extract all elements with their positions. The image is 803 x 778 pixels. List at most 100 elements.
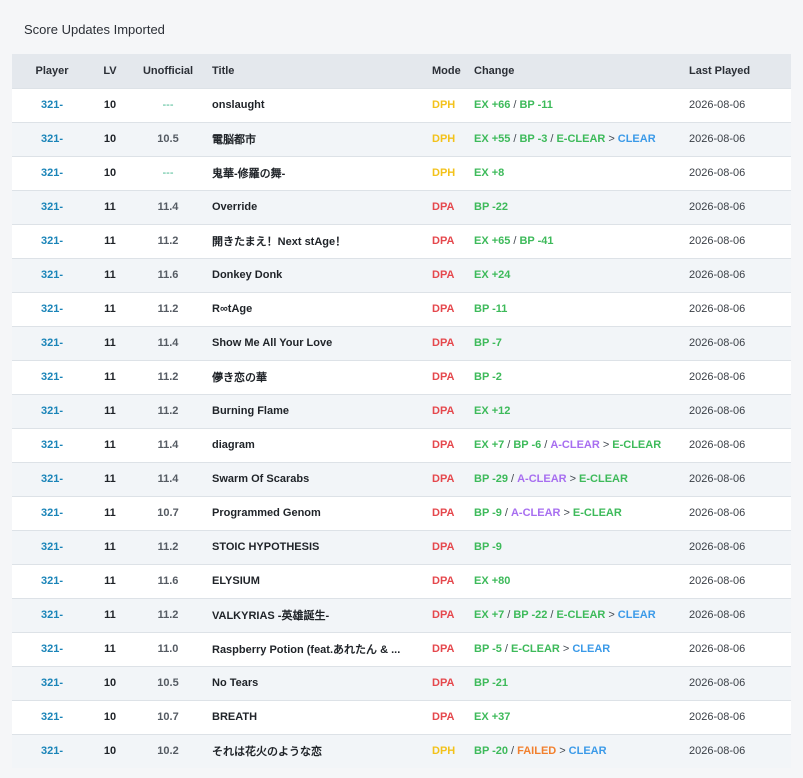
mode-badge: DPA	[432, 541, 455, 553]
player-link[interactable]: 321-	[41, 405, 63, 417]
level-cell: 11	[104, 303, 116, 315]
level-cell: 11	[104, 541, 116, 553]
change-cell: EX +37	[472, 700, 687, 734]
song-title-cell: ELYSIUM	[212, 575, 260, 587]
player-link[interactable]: 321-	[41, 541, 63, 553]
player-link[interactable]: 321-	[41, 99, 63, 111]
column-header-lv[interactable]: LV	[92, 54, 128, 88]
mode-badge: DPA	[432, 473, 455, 485]
page-title: Score Updates Imported	[24, 22, 165, 37]
last-played-cell: 2026-08-06	[689, 643, 746, 655]
change-token: BP -9	[474, 507, 502, 519]
song-title-cell: Raspberry Potion (feat.あれたん & ...	[212, 644, 401, 656]
player-link[interactable]: 321-	[41, 303, 63, 315]
player-link[interactable]: 321-	[41, 167, 63, 179]
mode-badge: DPA	[432, 677, 455, 689]
player-cell: 321-	[12, 564, 92, 598]
change-token: A-CLEAR	[510, 507, 561, 519]
change-separator: /	[507, 439, 511, 451]
change-cell: EX +7/BP -22/E-CLEAR > CLEAR	[472, 598, 687, 632]
change-separator: >	[563, 507, 570, 519]
song-title-cell: Burning Flame	[212, 405, 290, 417]
player-link[interactable]: 321-	[41, 677, 63, 689]
change-token: CLEAR	[568, 745, 607, 758]
table-row: 321- 11 11.4 Override DPA BP -22 2026-08-06	[12, 190, 791, 224]
last-played-cell: 2026-08-06	[689, 99, 746, 111]
player-link[interactable]: 321-	[41, 609, 63, 621]
change-cell: EX +24	[472, 258, 687, 292]
last-played-cell: 2026-08-06	[689, 133, 746, 145]
player-link[interactable]: 321-	[41, 235, 63, 247]
change-cell: BP -5/E-CLEAR > CLEAR	[472, 632, 687, 666]
mode-badge: DPA	[432, 439, 455, 451]
player-link[interactable]: 321-	[41, 371, 63, 383]
level-cell: 11	[104, 405, 116, 417]
unofficial-level-cell: 11.2	[157, 235, 179, 247]
player-link[interactable]: 321-	[41, 711, 63, 723]
column-header-last-played[interactable]: Last Played	[687, 54, 791, 88]
table-row: 321- 10 10.5 No Tears DPA BP -21 2026-08-06	[12, 666, 791, 700]
level-cell: 10	[103, 133, 117, 145]
player-link[interactable]: 321-	[41, 745, 63, 757]
change-token: BP -2	[474, 371, 502, 383]
player-link[interactable]: 321-	[41, 643, 63, 655]
player-cell: 321-	[12, 496, 92, 530]
player-link[interactable]: 321-	[41, 439, 63, 451]
player-link[interactable]: 321-	[41, 269, 63, 281]
player-link[interactable]: 321-	[41, 337, 63, 349]
level-cell: 10	[103, 745, 117, 758]
change-token: BP -21	[474, 677, 509, 689]
level-cell: 11	[104, 575, 116, 587]
column-header-change[interactable]: Change	[472, 54, 687, 88]
change-cell: BP -29/A-CLEAR > E-CLEAR	[472, 462, 687, 496]
change-cell: EX +65/BP -41	[472, 224, 687, 258]
player-cell: 321-	[12, 224, 92, 258]
change-cell: BP -7	[472, 326, 687, 360]
player-link[interactable]: 321-	[41, 575, 63, 587]
last-played-cell: 2026-08-06	[689, 201, 746, 213]
change-token: BP -9	[474, 541, 502, 553]
change-token: E-CLEAR	[572, 507, 622, 519]
change-token: EX +80	[474, 575, 511, 587]
column-header-player[interactable]: Player	[12, 54, 92, 88]
change-token: BP -22	[474, 201, 509, 213]
change-separator: >	[608, 609, 615, 621]
change-token: EX +37	[474, 711, 511, 723]
level-cell: 11	[104, 643, 116, 655]
mode-badge: DPA	[432, 711, 455, 723]
unofficial-level-cell: 11.0	[157, 643, 179, 655]
level-cell: 11	[104, 507, 116, 519]
level-cell: 11	[104, 609, 116, 621]
last-played-cell: 2026-08-06	[689, 541, 746, 553]
change-token: EX +8	[474, 167, 505, 179]
last-played-cell: 2026-08-06	[689, 507, 746, 519]
level-cell: 11	[104, 235, 116, 247]
change-token: BP -11	[474, 303, 508, 315]
change-token: CLEAR	[572, 643, 611, 655]
table-row: 321- 10 --- 鬼華-修羅の舞- DPH EX +8 2026-08-06	[12, 156, 791, 190]
song-title-cell: onslaught	[212, 99, 265, 111]
column-header-title[interactable]: Title	[208, 54, 428, 88]
change-token: E-CLEAR	[556, 609, 606, 621]
table-row: 321- 11 11.6 ELYSIUM DPA EX +80 2026-08-06	[12, 564, 791, 598]
mode-badge: DPA	[432, 201, 455, 213]
song-title-cell: Donkey Donk	[212, 269, 283, 281]
player-link[interactable]: 321-	[41, 507, 63, 519]
column-header-unofficial[interactable]: Unofficial	[128, 54, 208, 88]
unofficial-level-cell: 11.2	[157, 371, 179, 383]
column-header-mode[interactable]: Mode	[428, 54, 472, 88]
mode-badge: DPA	[432, 609, 455, 621]
player-link[interactable]: 321-	[41, 201, 63, 213]
table-row: 321- 10 10.5 電脳都市 DPH EX +55/BP -3/E-CLEAR > CL…	[12, 122, 791, 156]
mode-badge: DPA	[432, 405, 455, 417]
unofficial-level-cell: 11.6	[157, 575, 179, 587]
player-link[interactable]: 321-	[41, 133, 63, 145]
unofficial-level-cell: 11.2	[157, 303, 179, 315]
table-row: 321- 11 11.4 Swarm Of Scarabs DPA BP -29/A-CL…	[12, 462, 791, 496]
change-token: EX +65	[474, 235, 511, 247]
song-title-cell: Override	[212, 201, 258, 213]
last-played-cell: 2026-08-06	[689, 269, 746, 281]
player-link[interactable]: 321-	[41, 473, 63, 485]
song-title-cell: diagram	[212, 439, 255, 451]
change-token: BP -22	[513, 609, 548, 621]
